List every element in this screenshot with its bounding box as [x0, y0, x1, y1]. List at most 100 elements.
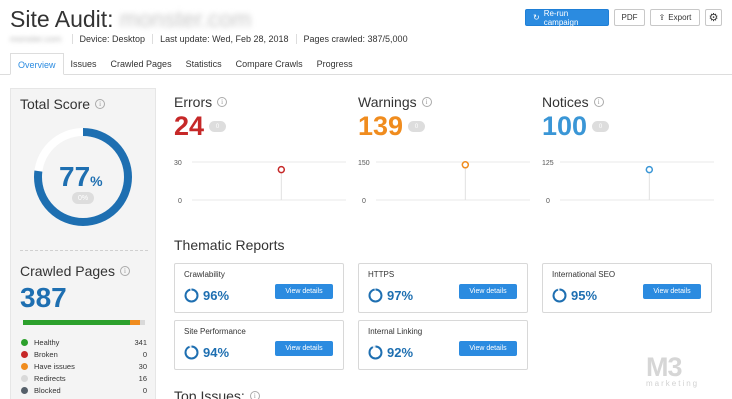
crawled-pages-title: Crawled Pages [20, 263, 115, 279]
page-header: Site Audit: monster.com [10, 6, 251, 33]
card-percent: 92% [387, 345, 414, 360]
legend-dot [21, 362, 28, 370]
warnings-title: Warnings [358, 94, 417, 110]
ring-arc [368, 288, 383, 303]
view-details-button[interactable]: View details [275, 341, 333, 356]
notices-metric: Notices i 100 0 125 0 [542, 94, 714, 205]
legend-row-broken[interactable]: Broken 0 [21, 348, 147, 360]
view-details-button[interactable]: View details [643, 284, 701, 299]
view-details-button[interactable]: View details [459, 284, 517, 299]
card-title: International SEO [552, 270, 616, 279]
tab-crawled-pages[interactable]: Crawled Pages [104, 53, 179, 75]
legend-count: 0 [142, 385, 147, 395]
notices-sparkline: 125 0 [542, 160, 714, 205]
crawled-pages-heading: Crawled Pages i [20, 263, 130, 279]
card-percent: 97% [387, 288, 414, 303]
ring-arc [368, 345, 383, 360]
warnings-delta: 0 [408, 121, 426, 132]
info-icon[interactable]: i [421, 97, 432, 107]
top-issues-heading: Top Issues: i [174, 388, 260, 399]
errors-delta: 0 [209, 121, 227, 132]
bar-segment-have-issues [130, 320, 140, 325]
info-icon[interactable]: i [217, 97, 228, 107]
card-percent: 95% [571, 288, 598, 303]
data-point [277, 165, 286, 174]
ring-arc [184, 288, 199, 303]
pdf-button[interactable]: PDF [614, 9, 645, 26]
refresh-icon: ↻ [533, 13, 540, 22]
legend-row-redirects[interactable]: Redirects 16 [21, 372, 147, 384]
card-title: Internal Linking [368, 327, 423, 336]
card-title: Site Performance [184, 327, 246, 336]
notices-value[interactable]: 100 [542, 111, 587, 142]
gear-icon: ⚙ [708, 12, 719, 24]
legend-label: Redirects [34, 373, 66, 383]
y-tick-min: 0 [362, 198, 366, 205]
view-details-button[interactable]: View details [459, 341, 517, 356]
header-actions: ↻ Re-run campaign PDF ⇪ Export ⚙ [525, 9, 722, 27]
tab-progress[interactable]: Progress [310, 53, 360, 75]
errors-value[interactable]: 24 [174, 111, 204, 142]
legend-count: 0 [142, 349, 147, 359]
info-icon[interactable]: i [593, 97, 604, 107]
crawled-pages-value: 387 [20, 282, 67, 313]
project-domain-small: monster.com [10, 34, 62, 44]
tab-issues[interactable]: Issues [64, 53, 104, 75]
page-title: Site Audit: [10, 6, 114, 32]
audit-meta: monster.com Device: Desktop Last update:… [10, 34, 415, 44]
tab-compare-crawls[interactable]: Compare Crawls [229, 53, 310, 75]
y-tick-max: 30 [174, 160, 182, 167]
thematic-card-site-performance: Site Performance 94% View details [174, 320, 344, 370]
y-tick-min: 0 [546, 198, 550, 205]
info-icon[interactable]: i [119, 266, 130, 276]
total-score-value: 77% [59, 161, 103, 192]
tab-statistics[interactable]: Statistics [179, 53, 229, 75]
crawled-pages-bar [23, 320, 145, 325]
legend-row-healthy[interactable]: Healthy 341 [21, 336, 147, 348]
settings-button[interactable]: ⚙ [705, 9, 722, 26]
export-icon: ⇪ [658, 13, 666, 22]
bar-segment-healthy [23, 320, 131, 325]
crawled-pages-legend: Healthy 341 Broken 0 Have issues 30 Redirects 1… [21, 336, 147, 396]
legend-row-have-issues[interactable]: Have issues 30 [21, 360, 147, 372]
info-icon[interactable]: i [95, 99, 106, 109]
y-tick-max: 125 [542, 160, 554, 167]
legend-count: 341 [134, 337, 147, 347]
errors-title: Errors [174, 94, 213, 110]
legend-label: Healthy [34, 337, 60, 347]
total-score-delta: 0% [72, 192, 94, 204]
bar-segment-redirects [139, 320, 145, 325]
total-score-title: Total Score [20, 96, 91, 112]
top-issues-title: Top Issues: [174, 388, 245, 399]
export-button[interactable]: ⇪ Export [650, 9, 700, 26]
warnings-metric: Warnings i 139 0 150 0 [358, 94, 530, 205]
info-icon[interactable]: i [249, 391, 260, 399]
progress-ring-icon [552, 288, 567, 303]
thematic-card-crawlability: Crawlability 96% View details [174, 263, 344, 313]
watermark-logo: M3 marketing [646, 352, 700, 388]
progress-ring-icon [368, 288, 383, 303]
legend-count: 30 [138, 361, 147, 371]
notices-title: Notices [542, 94, 589, 110]
thematic-card-internal-linking: Internal Linking 92% View details [358, 320, 528, 370]
tab-overview[interactable]: Overview [10, 53, 64, 75]
warnings-value[interactable]: 139 [358, 111, 403, 142]
legend-dot [21, 338, 28, 346]
rerun-campaign-button[interactable]: ↻ Re-run campaign [525, 9, 609, 27]
errors-metric: Errors i 24 0 30 0 [174, 94, 346, 205]
progress-ring-icon [184, 345, 199, 360]
thematic-card-https: HTTPS 97% View details [358, 263, 528, 313]
thematic-card-international-seo: International SEO 95% View details [542, 263, 712, 313]
progress-ring-icon [368, 345, 383, 360]
errors-sparkline: 30 0 [174, 160, 346, 205]
data-point [645, 165, 654, 174]
card-title: HTTPS [368, 270, 395, 279]
legend-count: 16 [138, 373, 147, 383]
view-details-button[interactable]: View details [275, 284, 333, 299]
summary-panel: Total Score i 77% 0% Crawled Pages i 387… [10, 88, 156, 399]
legend-row-blocked[interactable]: Blocked 0 [21, 384, 147, 396]
notices-delta: 0 [592, 121, 610, 132]
legend-dot [21, 350, 28, 358]
tab-bar: Overview Issues Crawled Pages Statistics… [0, 53, 732, 75]
pages-crawled: Pages crawled: 387/5,000 [295, 34, 415, 44]
